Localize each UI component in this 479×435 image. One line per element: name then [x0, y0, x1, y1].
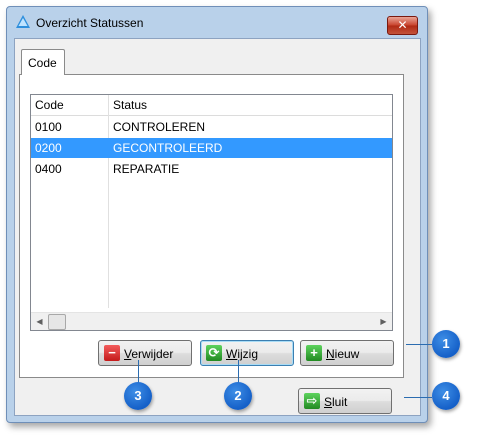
refresh-icon: ⟳ [206, 345, 222, 361]
column-header-status[interactable]: Status [109, 95, 393, 115]
mnemonic: N [326, 347, 335, 361]
exit-icon: ⇨ [304, 393, 320, 409]
button-label: ijzig [237, 347, 258, 361]
row-status: GECONTROLEERD [113, 141, 223, 155]
callout-line [238, 360, 239, 384]
plus-icon: + [306, 345, 322, 361]
callout-line [138, 360, 139, 384]
scroll-thumb[interactable] [48, 314, 66, 330]
row-code: 0400 [35, 162, 62, 176]
callout-line [404, 397, 432, 398]
row-status: CONTROLEREN [113, 120, 206, 134]
title-bar[interactable]: Overzicht Statussen ✕ [7, 7, 427, 37]
list-header: Code Status [31, 95, 392, 116]
row-code: 0200 [35, 141, 62, 155]
row-code: 0100 [35, 120, 62, 134]
delete-button[interactable]: − Verwijder [98, 340, 192, 366]
table-row[interactable]: 0200 GECONTROLEERD [31, 138, 392, 158]
status-overview-window: Overzicht Statussen ✕ Code Code Status 0… [6, 6, 428, 423]
window-title: Overzicht Statussen [36, 16, 144, 30]
close-dialog-button[interactable]: ⇨ Sluit [298, 388, 392, 414]
table-row[interactable]: 0400 REPARATIE [31, 159, 392, 179]
window-client-area: Code Code Status 0100 CONTROLEREN 0200 G… [14, 38, 421, 416]
horizontal-scrollbar[interactable]: ◀ ▶ [31, 312, 392, 330]
tab-panel: Code Status 0100 CONTROLEREN 0200 GECONT… [19, 74, 404, 378]
scroll-left-icon[interactable]: ◀ [31, 313, 48, 330]
callout-badge-1: 1 [432, 330, 460, 358]
mnemonic: S [324, 395, 333, 409]
button-label: ieuw [334, 347, 360, 361]
app-icon [16, 15, 30, 28]
row-status: REPARATIE [113, 162, 180, 176]
minus-icon: − [104, 345, 120, 361]
status-list[interactable]: Code Status 0100 CONTROLEREN 0200 GECONT… [30, 94, 393, 331]
close-button[interactable]: ✕ [387, 16, 418, 35]
mnemonic: W [226, 347, 238, 361]
callout-line [406, 344, 432, 345]
edit-button[interactable]: ⟳ Wijzig [200, 340, 294, 366]
callout-badge-4: 4 [432, 382, 460, 410]
new-button[interactable]: + Nieuw [300, 340, 394, 366]
button-label: erwijder [131, 347, 174, 361]
scroll-right-icon[interactable]: ▶ [375, 313, 392, 330]
callout-badge-3: 3 [124, 382, 152, 410]
table-row[interactable]: 0100 CONTROLEREN [31, 117, 392, 137]
button-label: luit [332, 395, 348, 409]
tab-code[interactable]: Code [21, 49, 65, 75]
column-header-code[interactable]: Code [31, 95, 109, 115]
callout-badge-2: 2 [224, 382, 252, 410]
